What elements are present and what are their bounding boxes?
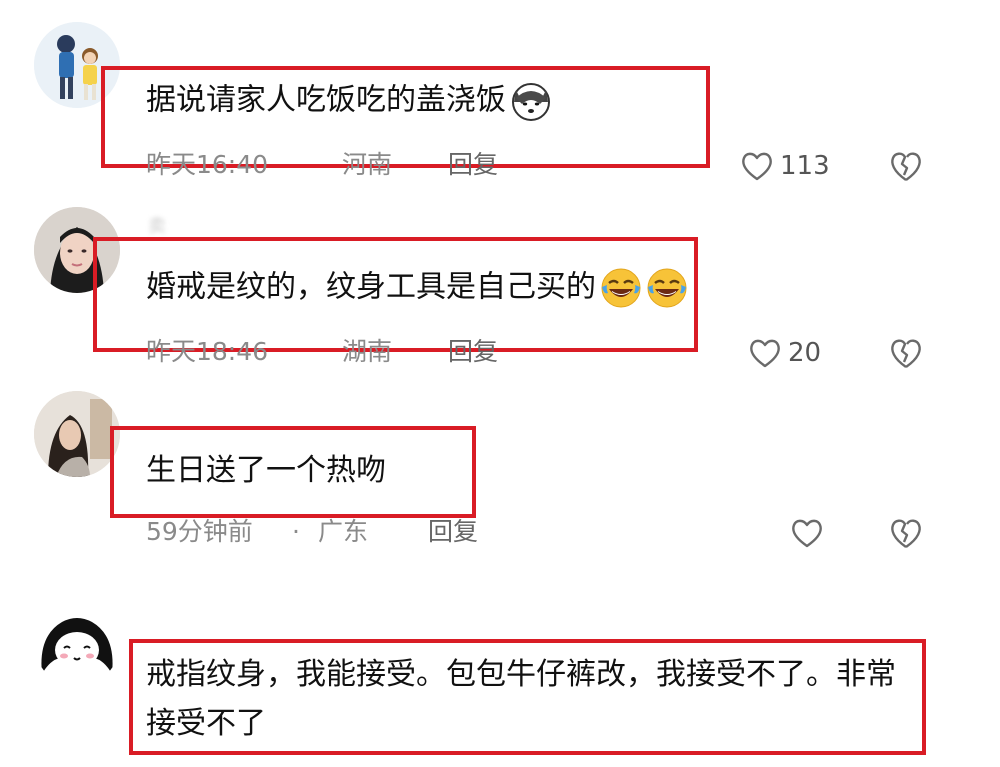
comment-text: 婚戒是纹的，纹身工具是自己买的: [146, 267, 688, 309]
comment-time: 昨天16:40: [146, 150, 269, 179]
comment-meta: 昨天16:40 河南 回复: [146, 148, 498, 182]
comment-text: 戒指纹身，我能接受。包包牛仔裤改，我接受不了。非常接受不了: [146, 650, 916, 748]
avatar-cartoon-girl-icon: [34, 600, 120, 686]
broken-heart-icon[interactable]: [888, 148, 924, 184]
like-button[interactable]: 113: [740, 148, 830, 184]
heart-icon: [792, 519, 822, 548]
comment-text-content: 戒指纹身，我能接受。包包牛仔裤改，我接受不了。非常接受不了: [146, 657, 896, 741]
broken-heart-icon[interactable]: [888, 335, 924, 371]
meta-separator: ·: [292, 517, 300, 546]
comment-time: 昨天18:46: [146, 337, 269, 366]
reply-button[interactable]: 回复: [448, 335, 498, 369]
like-button[interactable]: 20: [748, 335, 821, 371]
laughing-crying-emoji: [601, 268, 641, 308]
laughing-crying-emoji: [647, 268, 687, 308]
husky-dog-emoji: [512, 83, 550, 121]
avatar-woman-longhair-photo-icon: [34, 391, 120, 477]
comment-text-content: 据说请家人吃饭吃的盖浇饭: [146, 82, 506, 118]
comment-location: 河南: [342, 150, 393, 179]
like-count: 20: [788, 338, 822, 368]
like-count: 113: [780, 151, 830, 181]
comment-text-content: 婚戒是纹的，纹身工具是自己买的: [146, 269, 596, 305]
reply-button[interactable]: 回复: [448, 148, 498, 182]
broken-heart-icon[interactable]: [888, 515, 924, 551]
comment-meta: 59分钟前 · 广东 回复: [146, 515, 478, 549]
comment-meta: 昨天18:46 湖南 回复: [146, 335, 498, 369]
comment-time: 59分钟前: [146, 517, 253, 546]
like-button[interactable]: [790, 515, 830, 551]
avatar[interactable]: [34, 391, 120, 477]
comment-text: 生日送了一个热吻: [146, 451, 386, 491]
reply-button[interactable]: 回复: [428, 515, 478, 549]
comment-location: 广东: [318, 517, 369, 546]
comment-text: 据说请家人吃饭吃的盖浇饭: [146, 80, 552, 122]
heart-icon: [742, 152, 772, 181]
comment-location: 湖南: [342, 337, 393, 366]
comment-text-content: 生日送了一个热吻: [146, 453, 386, 488]
username[interactable]: 卖: [148, 212, 166, 237]
avatar[interactable]: [34, 600, 120, 686]
heart-icon: [750, 339, 780, 368]
